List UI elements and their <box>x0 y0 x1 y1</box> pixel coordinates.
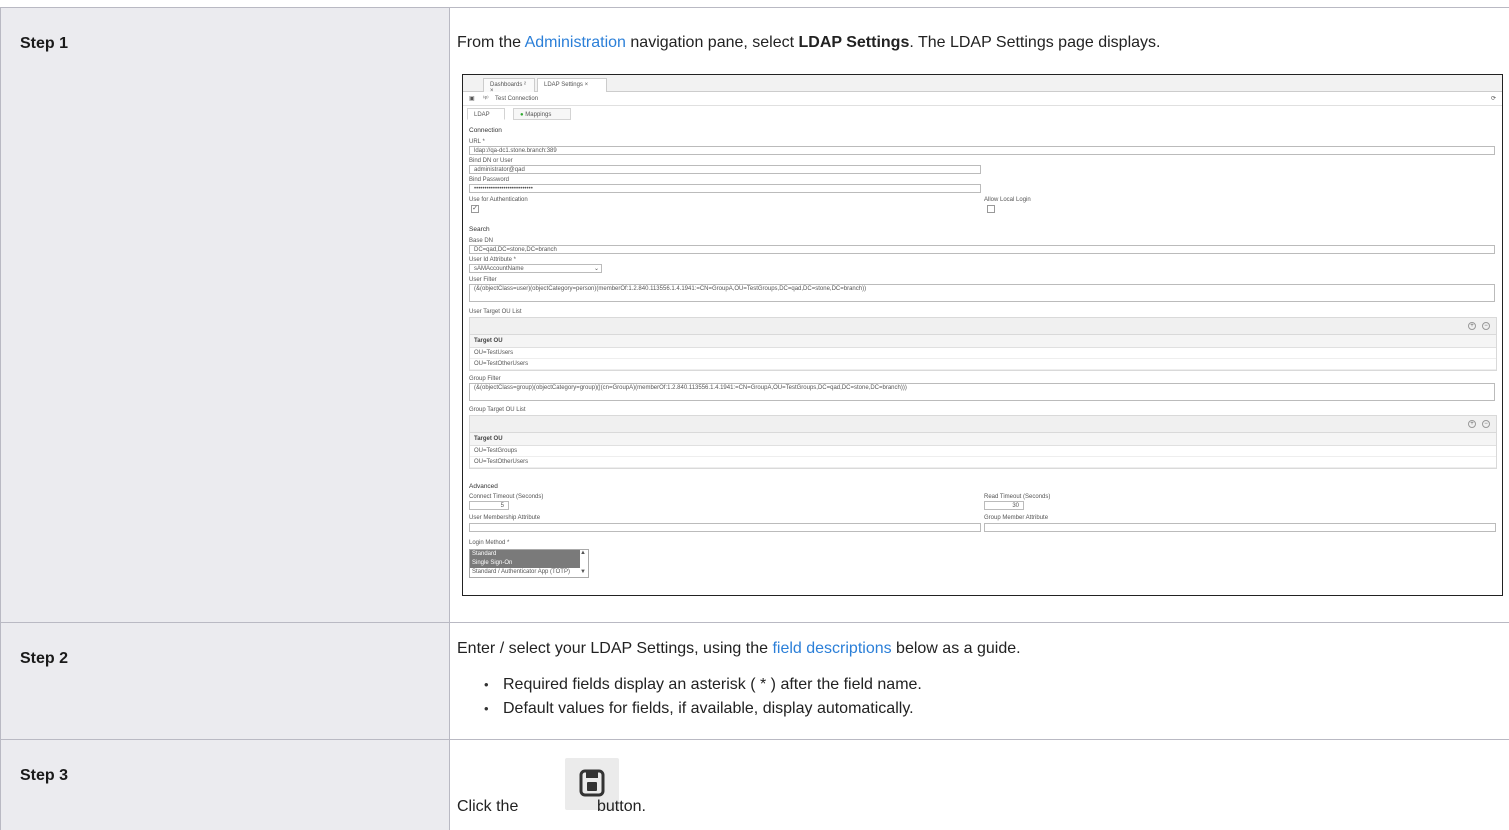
step-2-bullets: Required fields display an asterisk ( * … <box>484 673 922 721</box>
toolbar: ▣ ⁽ᵠ⁾ Test Connection ⟳ <box>463 93 1502 106</box>
tab-ldap-settings[interactable]: LDAP Settings × <box>537 78 607 92</box>
remove-icon[interactable]: − <box>1482 420 1490 428</box>
login-method-label: Login Method * <box>469 540 510 546</box>
base-dn-label: Base DN <box>469 238 494 244</box>
allow-local-label: Allow Local Login <box>984 197 1031 203</box>
use-auth-label: Use for Authentication <box>469 197 528 203</box>
user-id-label: User Id Attribute * <box>469 257 517 263</box>
steps-table: Step 1 From the Administration navigatio… <box>0 0 1509 830</box>
scroll-up-icon[interactable]: ▲ <box>580 550 586 556</box>
read-timeout-label: Read Timeout (Seconds) <box>984 494 1051 500</box>
tab-mappings[interactable]: ● Mappings <box>513 108 571 120</box>
mappings-dot-icon: ● <box>520 112 524 118</box>
test-connection-button[interactable]: Test Connection <box>495 96 538 102</box>
step-2-instruction: Enter / select your LDAP Settings, using… <box>457 640 1021 657</box>
list-item: Default values for fields, if available,… <box>484 697 922 721</box>
field-descriptions-link[interactable]: field descriptions <box>772 640 891 657</box>
login-method-list[interactable]: Standard Single Sign-On Standard / Authe… <box>469 549 589 578</box>
target-ou-header: Target OU <box>470 433 1496 446</box>
list-item: Required fields display an asterisk ( * … <box>484 673 922 697</box>
step-label: Step 1 <box>20 35 69 52</box>
allow-local-checkbox[interactable] <box>987 205 995 213</box>
user-membership-input[interactable] <box>469 523 981 532</box>
refresh-icon[interactable]: ⟳ <box>1491 95 1496 102</box>
remove-icon[interactable]: − <box>1482 322 1490 330</box>
step-3-text-after: button. <box>597 798 646 815</box>
bind-password-label: Bind Password <box>469 177 510 183</box>
group-ou-grid: + − Target OU OU=TestGroups OU=TestOther… <box>469 415 1497 469</box>
step-content-cell: Click the button. <box>451 740 1509 830</box>
ldap-settings-screenshot: Dashboards ² × LDAP Settings × ▣ ⁽ᵠ⁾ Tes… <box>462 74 1503 596</box>
user-filter-label: User Filter <box>469 277 497 283</box>
read-timeout-input[interactable]: 30 <box>984 501 1024 510</box>
administration-link[interactable]: Administration <box>525 34 626 51</box>
group-filter-label: Group Filter <box>469 376 501 382</box>
user-ou-grid: + − Target OU OU=TestUsers OU=TestOtherU… <box>469 317 1497 371</box>
search-heading: Search <box>469 226 490 233</box>
login-method-option[interactable]: Standard <box>470 550 580 559</box>
table-row[interactable]: OU=TestOtherUsers <box>470 457 1496 468</box>
url-label: URL * <box>469 139 485 145</box>
test-connection-icon[interactable]: ⁽ᵠ⁾ <box>483 95 489 102</box>
user-id-select[interactable]: sAMAccountName ⌄ <box>469 264 602 273</box>
table-row[interactable]: OU=TestUsers <box>470 348 1496 359</box>
table-row[interactable]: OU=TestGroups <box>470 446 1496 457</box>
user-filter-input[interactable]: (&(objectClass=user)(objectCategory=pers… <box>469 284 1495 302</box>
group-filter-input[interactable]: (&(objectClass=group)(objectCategory=gro… <box>469 383 1495 401</box>
step-1-instruction: From the Administration navigation pane,… <box>457 34 1161 51</box>
step-label-cell: Step 3 <box>0 740 450 830</box>
connection-heading: Connection <box>469 127 502 134</box>
use-auth-checkbox[interactable]: ✓ <box>471 205 479 213</box>
step-label: Step 3 <box>20 767 69 784</box>
user-ou-label: User Target OU List <box>469 309 522 315</box>
grid-icon[interactable]: ▣ <box>469 95 475 102</box>
bind-dn-input[interactable]: administrator@qad <box>469 165 981 174</box>
login-method-option[interactable]: Single Sign-On <box>470 559 580 568</box>
step-label-cell: Step 2 <box>0 623 450 739</box>
add-icon[interactable]: + <box>1468 322 1476 330</box>
login-method-option[interactable]: Standard / Authenticator App (TOTP) <box>470 568 580 577</box>
tab-ldap[interactable]: LDAP <box>467 108 505 120</box>
tab-bar: Dashboards ² × LDAP Settings × <box>463 75 1502 94</box>
user-membership-label: User Membership Attribute <box>469 515 541 521</box>
target-ou-header: Target OU <box>470 335 1496 348</box>
bind-dn-label: Bind DN or User <box>469 158 513 164</box>
step-3-text-before: Click the <box>457 798 519 815</box>
step-row-2: Step 2 Enter / select your LDAP Settings… <box>0 622 1509 739</box>
group-ou-label: Group Target OU List <box>469 407 526 413</box>
add-icon[interactable]: + <box>1468 420 1476 428</box>
group-member-input[interactable] <box>984 523 1496 532</box>
connect-timeout-input[interactable]: 5 <box>469 501 509 510</box>
url-input[interactable]: ldap://qa-dc1.stone.branch:389 <box>469 146 1495 155</box>
tab-dashboards[interactable]: Dashboards ² × <box>483 78 535 94</box>
step-label: Step 2 <box>20 650 69 667</box>
step-label-cell: Step 1 <box>0 8 450 622</box>
bind-password-input[interactable]: •••••••••••••••••••••••••••• <box>469 184 981 193</box>
group-member-label: Group Member Attribute <box>984 515 1049 521</box>
connect-timeout-label: Connect Timeout (Seconds) <box>469 494 544 500</box>
step-row-3: Step 3 Click the button. <box>0 739 1509 830</box>
step-content-cell: Enter / select your LDAP Settings, using… <box>451 623 1509 739</box>
table-row[interactable]: OU=TestOtherUsers <box>470 359 1496 370</box>
scroll-down-icon[interactable]: ▼ <box>580 569 586 575</box>
advanced-heading: Advanced <box>469 483 498 490</box>
chevron-down-icon: ⌄ <box>593 266 599 272</box>
ldap-settings-bold: LDAP Settings <box>798 34 910 51</box>
base-dn-input[interactable]: DC=qad,DC=stone,DC=branch <box>469 245 1495 254</box>
